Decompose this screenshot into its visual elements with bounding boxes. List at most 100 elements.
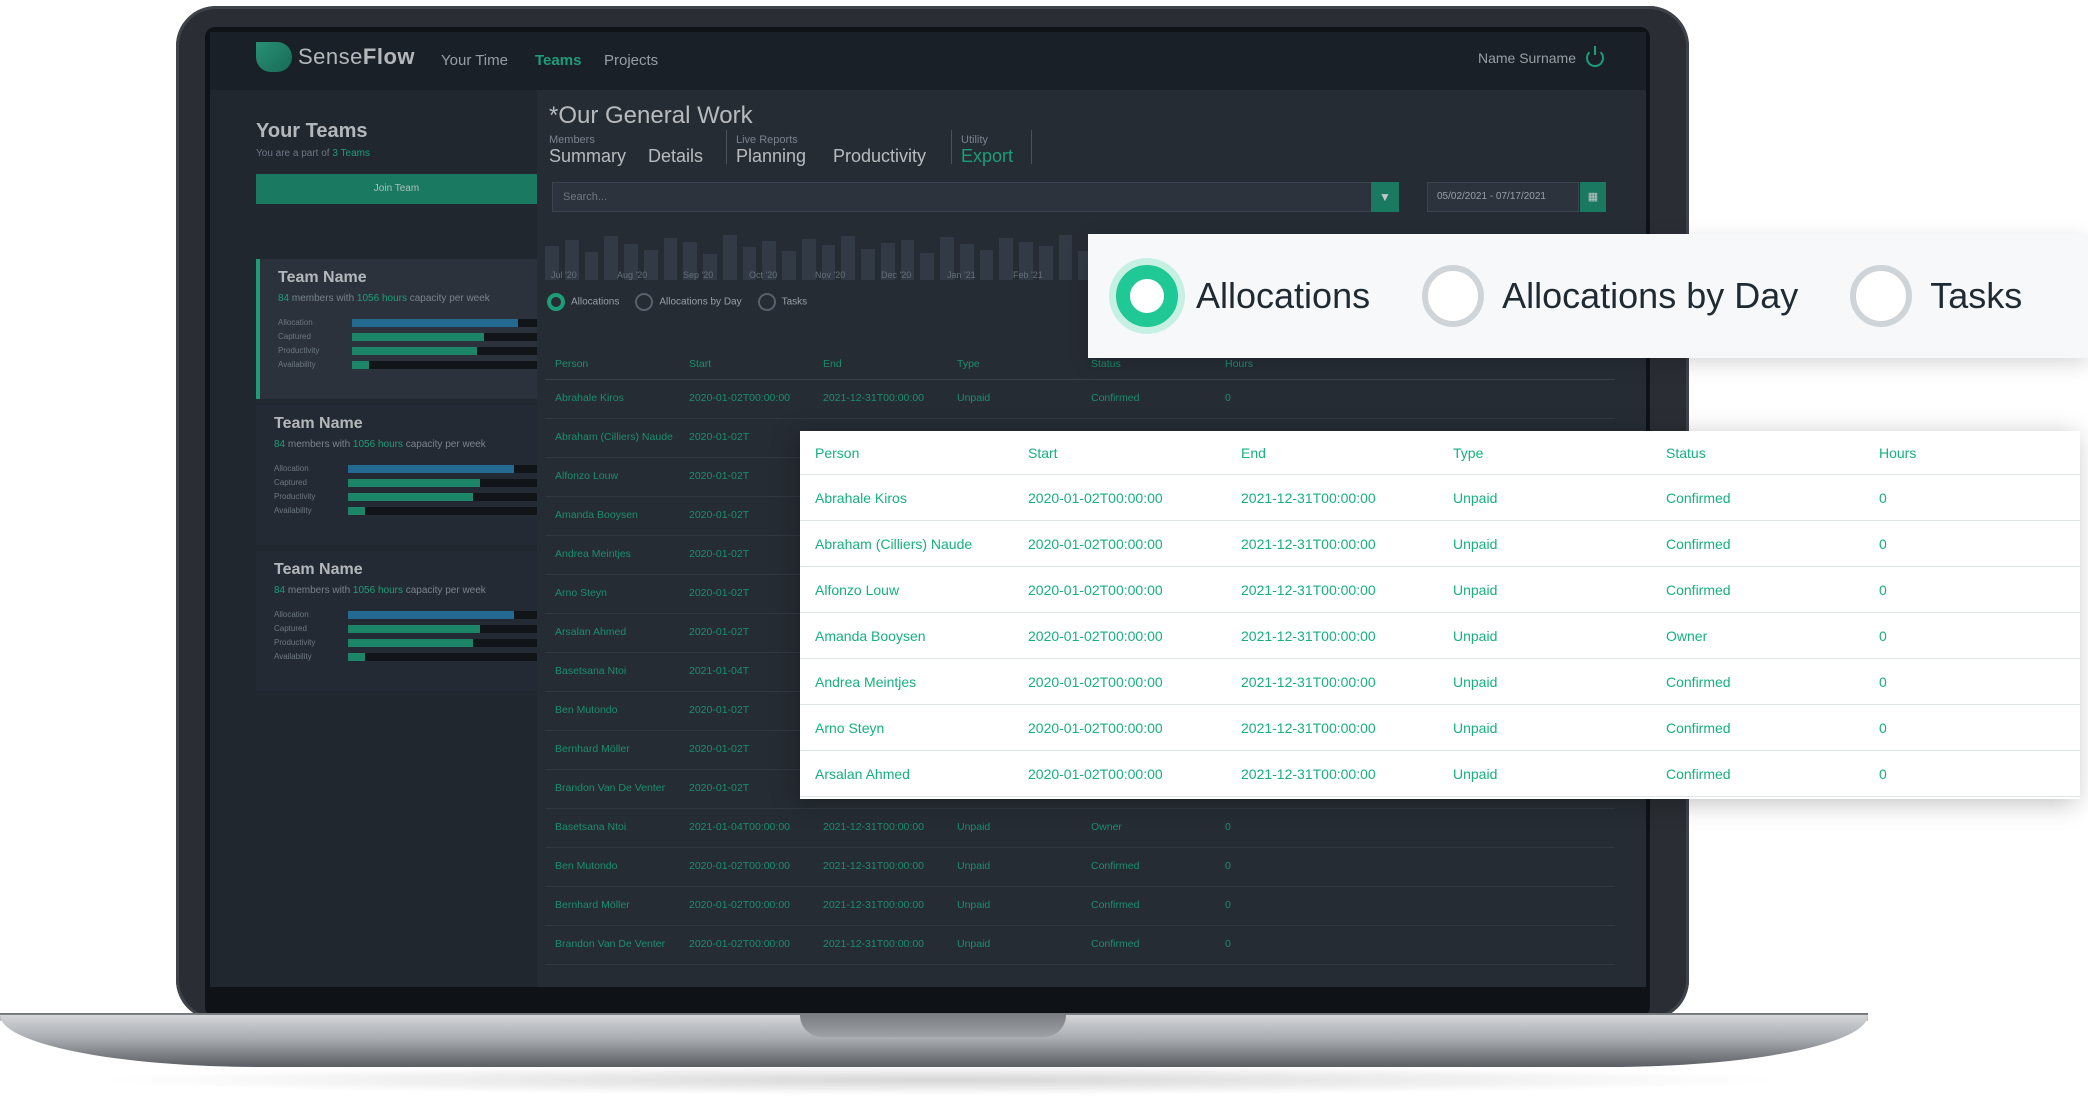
- logo-text: SenseFlow: [298, 44, 415, 69]
- date-range-field[interactable]: 05/02/2021 - 07/17/2021: [1427, 182, 1579, 212]
- table-row[interactable]: Basetsana Ntoi 2021-01-04T00:00:00 2021-12…: [545, 809, 1615, 848]
- zoom-radio-allocations-by-day[interactable]: Allocations by Day: [1422, 265, 1798, 327]
- table-cell: 2021-12-31T00:00:00: [1241, 766, 1376, 782]
- user-name[interactable]: Name Surname: [1478, 50, 1576, 66]
- table-row[interactable]: Amanda Booysen 2020-01-02T00:00:00 2021-12…: [800, 613, 2080, 659]
- table-cell: 2020-01-02T00:00:00: [689, 860, 790, 872]
- metric-bar-fill: [352, 333, 485, 341]
- team-card[interactable]: Team Name 84 members with 1056 hours capa…: [256, 551, 537, 691]
- column-header[interactable]: Person: [815, 445, 859, 461]
- column-header[interactable]: End: [1241, 445, 1266, 461]
- nav-your-time[interactable]: Your Time: [441, 52, 508, 69]
- zoom-radio-tasks[interactable]: Tasks: [1850, 265, 2022, 327]
- table-row[interactable]: Arno Steyn 2020-01-02T00:00:00 2021-12-31T…: [800, 705, 2080, 751]
- column-header[interactable]: Start: [1028, 445, 1058, 461]
- laptop-shadow: [90, 1065, 1790, 1095]
- calendar-icon[interactable]: ▦: [1580, 182, 1606, 212]
- tab-export[interactable]: Export: [961, 146, 1013, 167]
- zoom-radio-allocations[interactable]: Allocations: [1116, 265, 1370, 327]
- table-row[interactable]: Abrahale Kiros 2020-01-02T00:00:00 2021-12…: [545, 380, 1615, 419]
- table-cell: 2020-01-02T00:00:00: [1028, 674, 1163, 690]
- table-row[interactable]: Arsalan Ahmed 2020-01-02T00:00:00 2021-12-…: [800, 751, 2080, 797]
- timeline-month-label: Jul '20: [551, 270, 577, 280]
- top-navigation: SenseFlow Your Time Teams Projects Name …: [210, 32, 1646, 90]
- table-cell: Confirmed: [1666, 582, 1731, 598]
- column-header[interactable]: End: [823, 358, 842, 370]
- column-header[interactable]: Status: [1091, 358, 1121, 370]
- table-cell: Arsalan Ahmed: [815, 766, 910, 782]
- nav-teams[interactable]: Teams: [535, 52, 581, 69]
- search-input[interactable]: Search...: [552, 182, 1396, 212]
- table-row[interactable]: Abrahale Kiros 2020-01-02T00:00:00 2021-12…: [800, 475, 2080, 521]
- column-header[interactable]: Person: [555, 358, 588, 370]
- metric-bar-fill: [348, 479, 481, 487]
- tab-details[interactable]: Details: [648, 146, 703, 167]
- table-row[interactable]: Andrea Meintjes 2020-01-02T00:00:00 2021-1…: [800, 659, 2080, 705]
- table-cell: Unpaid: [1453, 766, 1498, 782]
- group-members: Members: [549, 134, 595, 146]
- metric-label: Captured: [274, 478, 307, 487]
- table-cell: 2020-01-02T00:00:00: [689, 899, 790, 911]
- column-header[interactable]: Type: [957, 358, 980, 370]
- timeline-month-label: Dec '20: [881, 270, 912, 280]
- table-cell: 2021-01-04T: [689, 665, 750, 677]
- metric-bar-fill: [348, 465, 515, 473]
- column-header[interactable]: Type: [1453, 445, 1483, 461]
- tab-productivity[interactable]: Productivity: [833, 146, 926, 167]
- chevron-down-icon[interactable]: ▼: [1371, 182, 1399, 212]
- radio-icon: [757, 293, 776, 311]
- table-cell: 2021-01-04T00:00:00: [689, 821, 790, 833]
- table-row[interactable]: Brandon Van De Venter 2020-01-02T00:00:00…: [545, 926, 1615, 965]
- metric-bar-fill: [348, 507, 365, 515]
- metric-label: Productivity: [274, 638, 316, 647]
- teams-sidebar: Your Teams You are a part of 3 Teams Joi…: [210, 90, 541, 987]
- table-cell: Bernhard Möller: [555, 899, 630, 911]
- team-name: Team Name: [274, 561, 363, 578]
- table-row[interactable]: Alfonzo Louw 2020-01-02T00:00:00 2021-12-3…: [800, 567, 2080, 613]
- team-card[interactable]: Team Name 84 members with 1056 hours capa…: [256, 259, 541, 399]
- table-cell: 0: [1879, 536, 1887, 552]
- table-cell: Abrahale Kiros: [815, 490, 907, 506]
- table-row[interactable]: Bernhard Möller 2020-01-02T00:00:00 2021-1…: [545, 887, 1615, 926]
- table-cell: 2021-12-31T00:00:00: [1241, 490, 1376, 506]
- table-cell: 0: [1879, 720, 1887, 736]
- column-header[interactable]: Status: [1666, 445, 1706, 461]
- radio-allocations-by-day[interactable]: Allocations by Day: [635, 293, 742, 311]
- teams-count-link[interactable]: 3 Teams: [332, 148, 370, 159]
- table-cell: Confirmed: [1666, 766, 1731, 782]
- tab-summary[interactable]: Summary: [549, 146, 626, 167]
- table-cell: Confirmed: [1666, 720, 1731, 736]
- senseflow-logo[interactable]: SenseFlow: [256, 42, 415, 72]
- radio-selected-icon: [547, 293, 565, 311]
- table-row[interactable]: Abraham (Cilliers) Naude 2020-01-02T00:00…: [800, 521, 2080, 567]
- table-cell: Arno Steyn: [815, 720, 885, 736]
- table-cell: Unpaid: [1453, 582, 1498, 598]
- table-cell: 0: [1879, 628, 1887, 644]
- team-card[interactable]: Team Name 84 members with 1056 hours capa…: [256, 405, 537, 545]
- column-header[interactable]: Start: [689, 358, 711, 370]
- tab-planning[interactable]: Planning: [736, 146, 806, 167]
- table-cell: Bernhard Möller: [555, 743, 630, 755]
- team-capacity: 84 members with 1056 hours capacity per …: [274, 439, 486, 450]
- column-header[interactable]: Hours: [1879, 445, 1916, 461]
- nav-projects[interactable]: Projects: [604, 52, 658, 69]
- table-cell: 2021-12-31T00:00:00: [1241, 536, 1376, 552]
- table-cell: 2020-01-02T00:00:00: [689, 938, 790, 950]
- team-name: Team Name: [278, 269, 367, 286]
- table-row[interactable]: Ben Mutondo 2020-01-02T00:00:00 2021-12-31…: [545, 848, 1615, 887]
- table-cell: 2020-01-02T00:00:00: [1028, 490, 1163, 506]
- team-name: Team Name: [274, 415, 363, 432]
- table-cell: Unpaid: [1453, 536, 1498, 552]
- table-cell: Andrea Meintjes: [555, 548, 631, 560]
- table-cell: Unpaid: [957, 821, 991, 833]
- power-icon[interactable]: [1586, 46, 1604, 67]
- zoom-table-header: Person Start End Type Status Hours: [800, 431, 2080, 475]
- table-cell: Andrea Meintjes: [815, 674, 917, 690]
- table-cell: Owner: [1666, 628, 1708, 644]
- join-team-button[interactable]: Join Team: [256, 174, 537, 204]
- team-capacity: 84 members with 1056 hours capacity per …: [278, 293, 490, 304]
- radio-tasks[interactable]: Tasks: [757, 293, 807, 311]
- metric-bar: [348, 465, 537, 473]
- column-header[interactable]: Hours: [1225, 358, 1253, 370]
- radio-allocations[interactable]: Allocations: [547, 293, 619, 311]
